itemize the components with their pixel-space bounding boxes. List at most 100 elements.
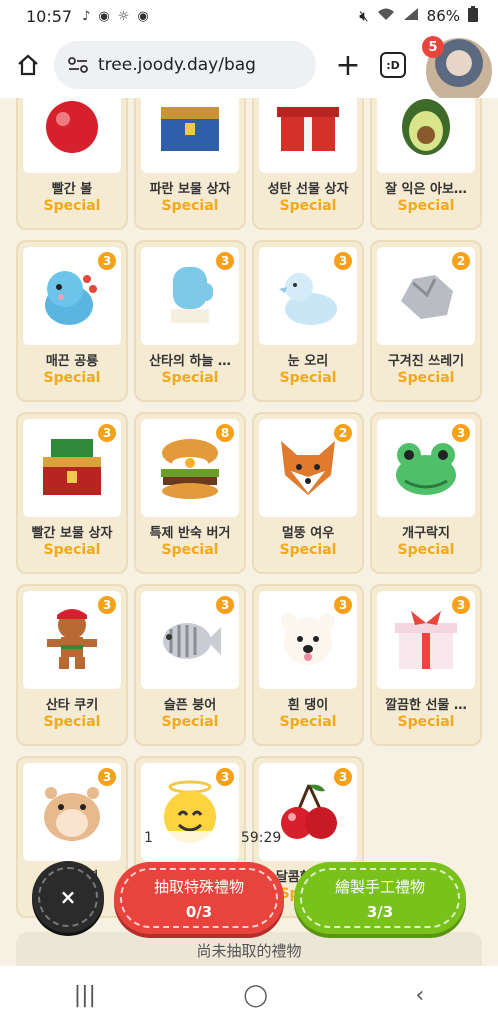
- item-count-badge: 3: [96, 594, 118, 616]
- item-tag: Special: [161, 198, 219, 214]
- site-settings-icon[interactable]: [68, 57, 88, 73]
- profile-avatar-button[interactable]: 5: [422, 36, 494, 106]
- new-tab-button[interactable]: +: [330, 47, 366, 83]
- item-tag: Special: [397, 198, 455, 214]
- item-count-badge: 3: [96, 766, 118, 788]
- item-card[interactable]: 잘 익은 아보… Special: [370, 98, 482, 230]
- messenger-icon-2: ◉: [137, 8, 149, 24]
- item-count-badge: 3: [332, 250, 354, 272]
- item-count-badge: 3: [214, 250, 236, 272]
- item-name: 흰 댕이: [287, 698, 329, 713]
- item-name: 슬픈 붕어: [163, 698, 217, 713]
- item-card[interactable]: 3 산타의 하늘 … Special: [134, 240, 246, 402]
- item-pixel-art: [46, 101, 98, 153]
- timer-suffix: 59:29: [240, 830, 282, 846]
- item-tag: Special: [397, 370, 455, 386]
- home-nav-icon[interactable]: ◯: [243, 983, 268, 1008]
- item-pixel-art: [161, 439, 219, 499]
- url-text[interactable]: tree.joody.day/bag: [98, 55, 256, 75]
- item-pixel-art: [401, 275, 453, 319]
- item-card[interactable]: 2 멀뚱 여우 Special: [252, 412, 364, 574]
- item-count-badge: 3: [96, 250, 118, 272]
- item-name: 눈 오리: [287, 354, 329, 369]
- item-card[interactable]: 3 빨간 보물 상자 Special: [16, 412, 128, 574]
- status-bar: 10:57 ♪ ◉ ☼ ◉ 🔇︎ 86%: [0, 0, 498, 32]
- item-card[interactable]: 8 특제 반숙 버거 Special: [134, 412, 246, 574]
- tiktok-icon: ♪: [82, 8, 91, 24]
- item-pixel-art: [161, 107, 219, 151]
- item-name: 성탄 선물 상자: [267, 182, 349, 197]
- item-image: [259, 98, 357, 173]
- item-pixel-art: [395, 611, 457, 669]
- item-name: 개구락지: [402, 526, 450, 541]
- close-icon: ×: [59, 885, 77, 909]
- system-nav-bar: ||| ◯ ‹: [0, 966, 498, 1024]
- pending-gifts-bar[interactable]: 尚未抽取的禮物: [16, 932, 482, 966]
- item-pixel-art: [396, 443, 456, 495]
- status-notification-icons: ♪ ◉ ☼ ◉: [82, 9, 149, 24]
- item-pixel-art: [44, 787, 100, 841]
- back-icon[interactable]: ‹: [415, 983, 424, 1008]
- item-card[interactable]: 3 산타 쿠키 Special: [16, 584, 128, 746]
- item-pixel-art: [45, 271, 97, 325]
- wifi-icon: [377, 7, 395, 25]
- item-name: 구겨진 쓰레기: [387, 354, 465, 369]
- item-count-badge: 8: [214, 422, 236, 444]
- item-count-badge: 3: [214, 766, 236, 788]
- item-card[interactable]: 3 매끈 공룡 Special: [16, 240, 128, 402]
- close-button[interactable]: ×: [32, 861, 104, 933]
- item-card[interactable]: 3 깔끔한 선물 … Special: [370, 584, 482, 746]
- craft-handmade-gift-button[interactable]: 繪製手工禮物 3/3: [294, 862, 466, 934]
- item-name: 빨간 보물 상자: [31, 526, 113, 541]
- item-count-badge: 2: [450, 250, 472, 272]
- item-name: 파란 보물 상자: [149, 182, 231, 197]
- item-pixel-art: [402, 99, 450, 155]
- draw-special-gift-button[interactable]: 抽取特殊禮物 0/3: [114, 862, 284, 934]
- item-pixel-art: [171, 267, 213, 323]
- item-card[interactable]: 파란 보물 상자 Special: [134, 98, 246, 230]
- item-card[interactable]: 3 개구락지 Special: [370, 412, 482, 574]
- home-button[interactable]: [10, 47, 46, 83]
- plus-icon: +: [335, 47, 361, 83]
- timer-obscured: [156, 831, 237, 845]
- draw-label: 抽取特殊禮物: [153, 878, 244, 896]
- item-card[interactable]: 3 눈 오리 Special: [252, 240, 364, 402]
- item-count-badge: 3: [214, 594, 236, 616]
- signal-icon: [403, 7, 419, 25]
- item-card[interactable]: 2 구겨진 쓰레기 Special: [370, 240, 482, 402]
- item-name: 깔끔한 선물 …: [385, 698, 467, 713]
- item-pixel-art: [43, 439, 101, 495]
- item-card[interactable]: 빨간 볼 Special: [16, 98, 128, 230]
- address-bar[interactable]: tree.joody.day/bag: [54, 41, 316, 89]
- battery-icon: [468, 6, 478, 26]
- item-image: [377, 98, 475, 173]
- item-count-badge: 3: [450, 422, 472, 444]
- item-pixel-art: [281, 441, 335, 495]
- item-tag: Special: [397, 542, 455, 558]
- item-tag: Special: [279, 542, 337, 558]
- item-card[interactable]: 성탄 선물 상자 Special: [252, 98, 364, 230]
- home-icon: [18, 54, 38, 76]
- recent-apps-icon[interactable]: |||: [74, 983, 96, 1008]
- mute-icon: 🔇︎: [359, 7, 369, 25]
- item-pixel-art: [281, 784, 337, 839]
- item-count-badge: 3: [332, 766, 354, 788]
- item-image: [23, 98, 121, 173]
- item-pixel-art: [163, 623, 221, 659]
- item-tag: Special: [397, 714, 455, 730]
- item-tag: Special: [279, 714, 337, 730]
- item-count-badge: 3: [450, 594, 472, 616]
- item-tag: Special: [279, 198, 337, 214]
- tab-switcher-button[interactable]: :D: [380, 52, 406, 78]
- item-card[interactable]: 3 슬픈 붕어 Special: [134, 584, 246, 746]
- item-name: 매끈 공룡: [45, 354, 99, 369]
- craft-label: 繪製手工禮物: [334, 878, 425, 896]
- item-name: 산타의 하늘 …: [149, 354, 231, 369]
- item-image: [141, 98, 239, 173]
- item-card[interactable]: 3 흰 댕이 Special: [252, 584, 364, 746]
- item-tag: Special: [161, 542, 219, 558]
- status-time: 10:57: [26, 6, 73, 26]
- item-tag: Special: [43, 542, 101, 558]
- battery-text: 86%: [426, 7, 460, 25]
- craft-count: 3/3: [366, 903, 394, 921]
